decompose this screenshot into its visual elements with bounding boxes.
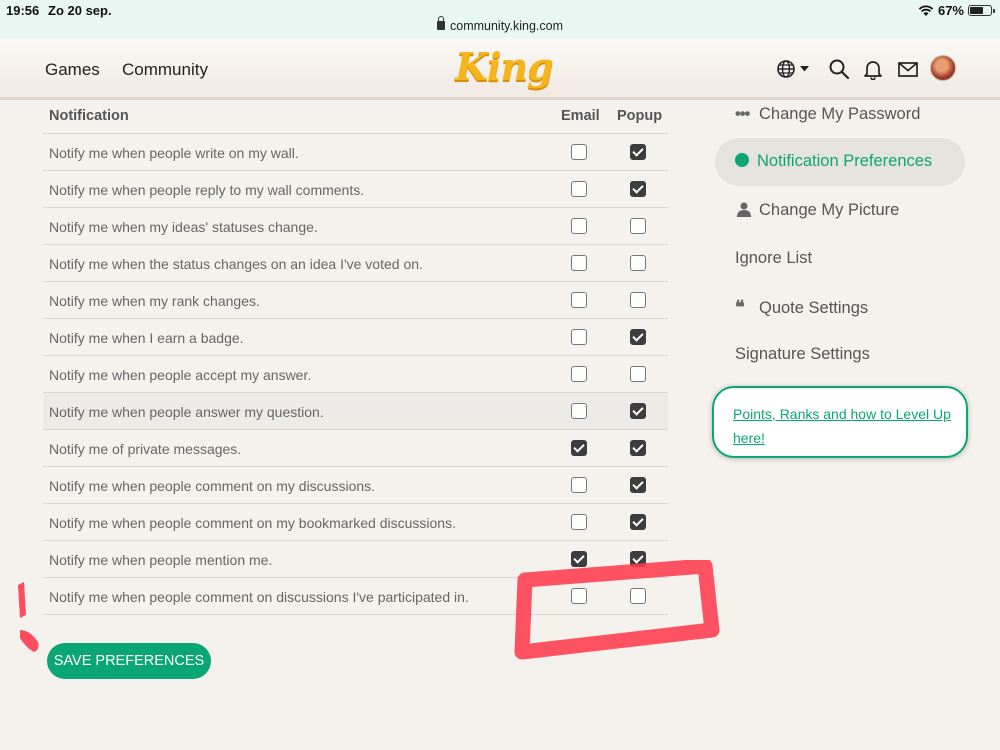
sidebar-ignore-list[interactable]: Ignore List (735, 249, 812, 268)
table-row: Notify me of private messages. (43, 430, 668, 467)
wifi-icon (918, 5, 934, 16)
sidebar-notification-preferences[interactable]: Notification Preferences (715, 138, 965, 186)
notification-label: Notify me when I earn a badge. (49, 330, 244, 346)
notification-label: Notify me when people accept my answer. (49, 367, 312, 383)
notification-label: Notify me when people comment on my disc… (49, 478, 376, 494)
quote-icon: ❝ (735, 297, 745, 318)
email-checkbox[interactable] (571, 218, 587, 234)
sidebar-label: Change My Password (759, 105, 921, 123)
email-checkbox[interactable] (571, 255, 587, 271)
table-row: Notify me when people comment on my disc… (43, 467, 668, 504)
table-row: Notify me when people answer my question… (43, 393, 668, 430)
notification-label: Notify me when people comment on discuss… (49, 589, 469, 605)
popup-checkbox[interactable] (630, 329, 646, 345)
globe-icon (735, 153, 749, 167)
sidebar-label: Signature Settings (735, 345, 870, 363)
col-notification: Notification (49, 108, 129, 124)
user-icon (737, 202, 751, 217)
popup-checkbox[interactable] (630, 292, 646, 308)
points-ranks-box: Points, Ranks and how to Level Up here! (712, 386, 968, 458)
sidebar-quote-settings[interactable]: ❝ Quote Settings (735, 297, 868, 318)
url-text: community.king.com (450, 19, 563, 33)
email-checkbox[interactable] (571, 181, 587, 197)
sidebar-label: Ignore List (735, 249, 813, 267)
popup-checkbox[interactable] (630, 440, 646, 456)
table-row: Notify me when people comment on discuss… (43, 578, 668, 615)
table-row: Notify me when the status changes on an … (43, 245, 668, 282)
status-bar: 19:56 Zo 20 sep. community.king.com 67% (0, 0, 1000, 38)
popup-checkbox[interactable] (630, 588, 646, 604)
email-checkbox[interactable] (571, 329, 587, 345)
battery-percent: 67% (937, 3, 964, 18)
search-icon[interactable] (828, 58, 850, 80)
email-checkbox[interactable] (571, 440, 587, 456)
popup-checkbox[interactable] (630, 551, 646, 567)
save-preferences-button[interactable]: SAVE PREFERENCES (47, 643, 211, 679)
email-checkbox[interactable] (571, 477, 587, 493)
lock-icon (437, 16, 445, 30)
table-header: Notification Email Popup (43, 100, 668, 134)
status-right: 67% (918, 3, 995, 18)
nav-community[interactable]: Community (122, 60, 208, 80)
notification-label: Notify me when my ideas' statuses change… (49, 219, 318, 235)
address-bar[interactable]: community.king.com (0, 16, 1000, 33)
popup-checkbox[interactable] (630, 403, 646, 419)
mail-icon[interactable] (897, 58, 919, 80)
battery-icon (968, 5, 995, 16)
notification-label: Notify me of private messages. (49, 441, 242, 457)
points-ranks-link[interactable]: Points, Ranks and how to Level Up here! (733, 402, 958, 450)
sidebar-change-picture[interactable]: Change My Picture (735, 201, 899, 220)
sidebar-label: Change My Picture (759, 201, 900, 219)
notification-label: Notify me when the status changes on an … (49, 256, 423, 272)
col-popup: Popup (617, 108, 663, 124)
table-body: Notify me when people write on my wall. N… (43, 134, 668, 615)
popup-checkbox[interactable] (630, 255, 646, 271)
email-checkbox[interactable] (571, 514, 587, 530)
popup-checkbox[interactable] (630, 477, 646, 493)
sidebar-label: Quote Settings (759, 299, 869, 317)
dots-icon: ••• (735, 105, 750, 123)
notification-table: Notification Email Popup Notify me when … (43, 100, 668, 615)
email-checkbox[interactable] (571, 366, 587, 382)
email-checkbox[interactable] (571, 292, 587, 308)
email-checkbox[interactable] (571, 403, 587, 419)
notification-label: Notify me when people write on my wall. (49, 145, 299, 161)
popup-checkbox[interactable] (630, 366, 646, 382)
status-time: 19:56 (6, 3, 40, 18)
table-row: Notify me when people comment on my book… (43, 504, 668, 541)
table-row: Notify me when people mention me. (43, 541, 668, 578)
popup-checkbox[interactable] (630, 181, 646, 197)
email-checkbox[interactable] (571, 588, 587, 604)
bell-icon[interactable] (862, 58, 884, 80)
table-row: Notify me when I earn a badge. (43, 319, 668, 356)
notification-label: Notify me when people answer my question… (49, 404, 324, 420)
popup-checkbox[interactable] (630, 514, 646, 530)
sidebar-signature-settings[interactable]: Signature Settings (735, 345, 870, 364)
site-header: Games Community King (0, 38, 1000, 100)
table-row: Notify me when people accept my answer. (43, 356, 668, 393)
notification-label: Notify me when people reply to my wall c… (49, 182, 365, 198)
status-date: Zo 20 sep. (48, 3, 112, 18)
table-row: Notify me when people reply to my wall c… (43, 171, 668, 208)
table-row: Notify me when my ideas' statuses change… (43, 208, 668, 245)
avatar[interactable] (930, 55, 956, 81)
sidebar-label: Notification Preferences (757, 152, 933, 170)
email-checkbox[interactable] (571, 144, 587, 160)
col-email: Email (561, 108, 600, 124)
email-checkbox[interactable] (571, 551, 587, 567)
sidebar-change-password[interactable]: ••• Change My Password (735, 105, 920, 124)
popup-checkbox[interactable] (630, 218, 646, 234)
table-row: Notify me when my rank changes. (43, 282, 668, 319)
notification-label: Notify me when my rank changes. (49, 293, 260, 309)
table-row: Notify me when people write on my wall. (43, 134, 668, 171)
notification-label: Notify me when people comment on my book… (49, 515, 456, 531)
globe-icon[interactable] (776, 58, 798, 80)
chevron-down-icon[interactable] (800, 66, 809, 72)
notification-label: Notify me when people mention me. (49, 552, 273, 568)
nav-games[interactable]: Games (45, 60, 100, 80)
popup-checkbox[interactable] (630, 144, 646, 160)
king-logo[interactable]: King (455, 44, 554, 89)
